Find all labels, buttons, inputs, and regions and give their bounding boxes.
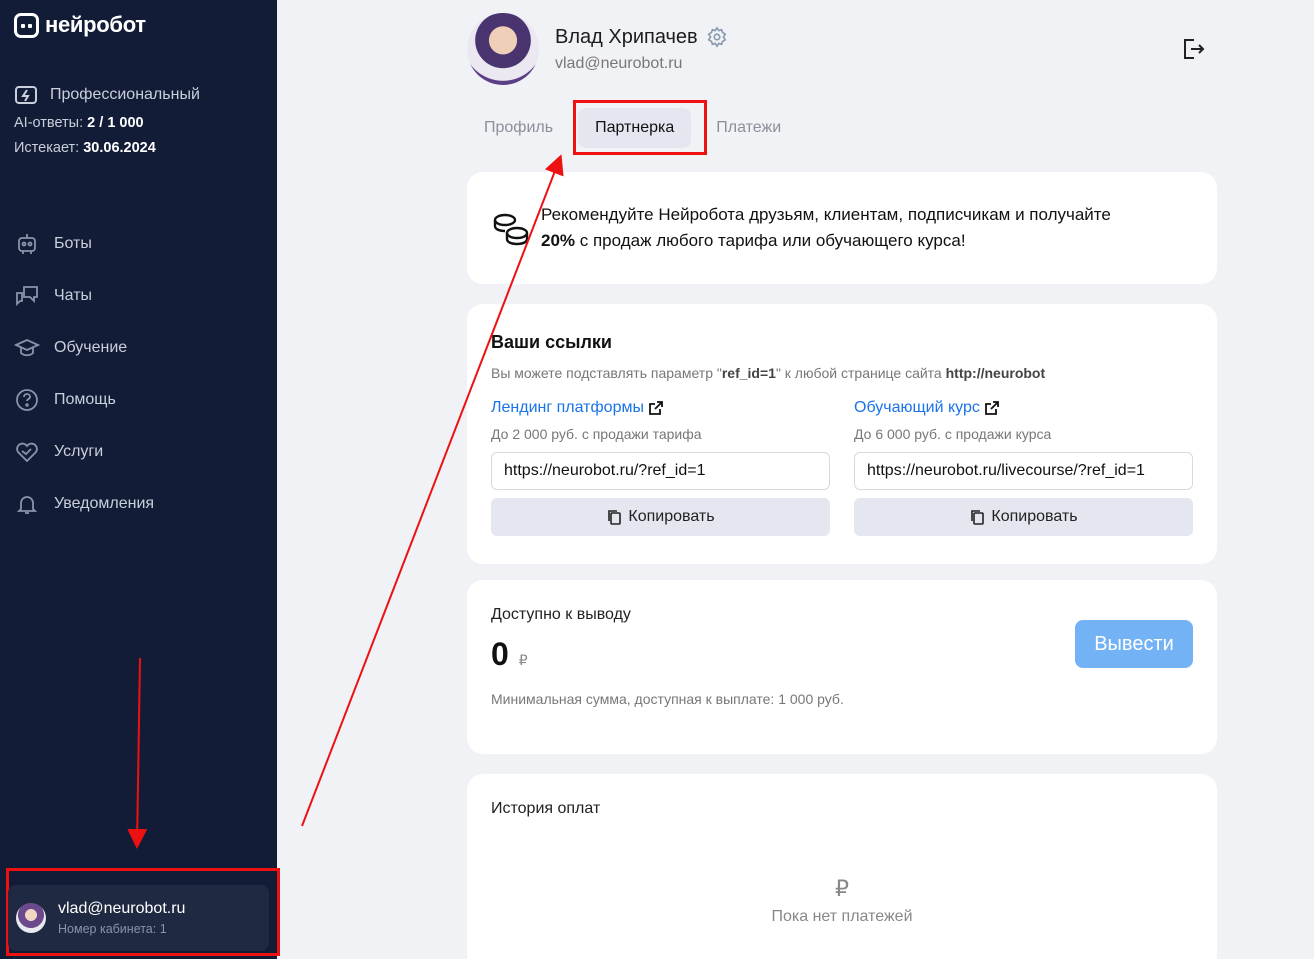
handshake-heart-icon <box>16 442 38 463</box>
promo-card: Рекомендуйте Нейробота друзьям, клиентам… <box>467 172 1217 284</box>
sidebar-nav: Боты Чаты Обучение Помощь Услуги Уведомл… <box>14 218 154 530</box>
expires-label: Истекает: <box>14 140 80 156</box>
robot-icon <box>18 234 36 254</box>
avatar[interactable] <box>467 13 539 85</box>
account-number: Номер кабинета: 1 <box>58 922 167 936</box>
user-name: Влад Хрипачев <box>555 25 698 48</box>
history-empty-state: ₽ Пока нет платежей <box>467 876 1217 926</box>
expires-value: 30.06.2024 <box>83 140 156 156</box>
copy-label: Копировать <box>628 508 715 525</box>
copy-icon <box>971 510 985 525</box>
ruble-icon: ₽ <box>835 876 849 901</box>
ai-answers: AI-ответы: 2 / 1 000 <box>14 115 200 131</box>
account-card[interactable]: vlad@neurobot.ru Номер кабинета: 1 <box>8 885 269 951</box>
user-email: vlad@neurobot.ru <box>555 54 683 72</box>
sidebar-item-label: Чаты <box>54 287 93 304</box>
sidebar-item-label: Боты <box>54 235 92 252</box>
sidebar-item-help[interactable]: Помощь <box>14 374 154 426</box>
sidebar-item-label: Услуги <box>54 443 104 460</box>
tab-highlight-box <box>573 100 707 155</box>
gear-icon[interactable] <box>706 26 728 48</box>
links-sub-param: ref_id=1 <box>721 365 776 381</box>
logo[interactable]: нейробот <box>14 12 146 38</box>
course-copy-button[interactable]: Копировать <box>854 498 1193 536</box>
links-card: Ваши ссылки Вы можете подставлять параме… <box>467 304 1217 564</box>
course-link-label: Обучающий курс <box>854 399 980 416</box>
lightning-battery-icon <box>15 86 37 104</box>
profile-header: Влад Хрипачев vlad@neurobot.ru <box>467 13 728 85</box>
logo-text: нейробот <box>45 12 146 37</box>
ai-answers-value: 2 / 1 000 <box>87 115 144 131</box>
copy-icon <box>608 510 622 525</box>
sidebar-item-label: Обучение <box>54 339 128 356</box>
sidebar-item-label: Уведомления <box>54 495 155 512</box>
help-circle-icon <box>16 389 38 411</box>
balance-currency: ₽ <box>518 652 528 668</box>
links-sub-2: " к любой странице сайта <box>775 365 946 381</box>
links-sub-1: Вы можете подставлять параметр " <box>491 365 722 381</box>
logo-robot-icon <box>14 12 39 38</box>
logout-icon[interactable] <box>1180 36 1206 62</box>
ai-answers-label: AI-ответы: <box>14 115 84 131</box>
course-url-input[interactable] <box>854 452 1193 490</box>
avatar <box>16 903 46 933</box>
user-name-row: Влад Хрипачев <box>555 26 728 49</box>
course-link-column: Обучающий курс До 6 000 руб. с продажи к… <box>854 399 1193 536</box>
sidebar-item-services[interactable]: Услуги <box>14 426 154 478</box>
payment-history-card: История оплат ₽ Пока нет платежей <box>467 774 1217 959</box>
landing-link-column: Лендинг платформы До 2 000 руб. с продаж… <box>491 399 830 536</box>
promo-percent: 20% <box>541 231 576 250</box>
graduation-cap-icon <box>14 339 40 357</box>
promo-text: Рекомендуйте Нейробота друзьям, клиентам… <box>541 202 1111 254</box>
sidebar-item-learning[interactable]: Обучение <box>14 322 154 374</box>
sidebar-item-label: Помощь <box>54 391 116 408</box>
bell-icon <box>16 496 38 514</box>
history-empty-text: Пока нет платежей <box>771 908 913 925</box>
sidebar-item-chats[interactable]: Чаты <box>14 270 154 322</box>
plan-name: Профессиональный <box>50 86 200 103</box>
sidebar: нейробот Профессиональный AI-ответы: 2 /… <box>0 0 277 959</box>
promo-text-2: с продаж любого тарифа или обучающего ку… <box>575 231 966 250</box>
copy-label: Копировать <box>991 508 1078 525</box>
landing-note: До 2 000 руб. с продажи тарифа <box>491 426 702 442</box>
links-title: Ваши ссылки <box>491 332 612 352</box>
course-link[interactable]: Обучающий курс <box>854 399 1193 417</box>
sidebar-item-notifications[interactable]: Уведомления <box>14 478 154 530</box>
promo-text-1: Рекомендуйте Нейробота друзьям, клиентам… <box>541 205 1111 224</box>
links-subtitle: Вы можете подставлять параметр "ref_id=1… <box>491 365 1193 381</box>
tab-profile[interactable]: Профиль <box>467 108 570 148</box>
coins-icon <box>493 213 529 246</box>
links-sub-site: http://neurobot <box>945 365 1046 381</box>
landing-url-input[interactable] <box>491 452 830 490</box>
chat-icon <box>16 286 38 307</box>
expires: Истекает: 30.06.2024 <box>14 140 200 156</box>
account-email: vlad@neurobot.ru <box>58 900 186 917</box>
plan-info: Профессиональный AI-ответы: 2 / 1 000 Ис… <box>14 84 200 156</box>
external-link-icon <box>984 401 999 415</box>
min-withdraw-note: Минимальная сумма, доступная к выплате: … <box>491 691 844 707</box>
sidebar-item-bots[interactable]: Боты <box>14 218 154 270</box>
external-link-icon <box>649 401 663 415</box>
withdraw-card: Доступно к выводу 0 ₽ Минимальная сумма,… <box>467 580 1217 754</box>
balance-amount: 0 <box>491 636 509 672</box>
withdraw-button[interactable]: Вывести <box>1075 620 1193 668</box>
landing-link[interactable]: Лендинг платформы <box>491 399 830 417</box>
course-note: До 6 000 руб. с продажи курса <box>854 426 1052 442</box>
tab-payments[interactable]: Платежи <box>699 108 798 148</box>
history-title: История оплат <box>491 800 601 817</box>
landing-link-label: Лендинг платформы <box>491 399 644 416</box>
landing-copy-button[interactable]: Копировать <box>491 498 830 536</box>
